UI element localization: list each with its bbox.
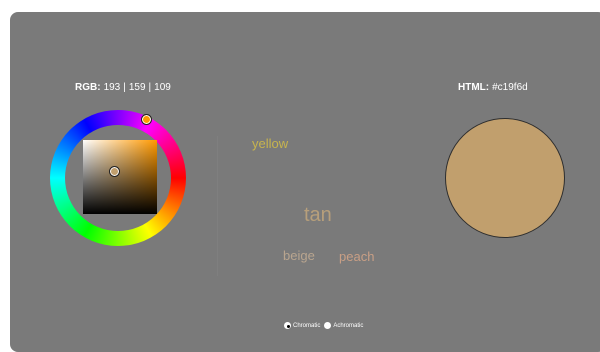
achromatic-radio[interactable] (324, 322, 332, 329)
html-label: HTML: (458, 82, 490, 93)
color-swatch (445, 118, 565, 238)
color-name-beige[interactable]: beige (283, 248, 315, 263)
html-hex-value: #c19f6d (492, 82, 528, 93)
mode-selector: Chromatic Achromatic (284, 322, 367, 329)
rgb-separator: | (148, 82, 152, 93)
sv-handle-icon[interactable] (109, 166, 120, 177)
color-name-yellow[interactable]: yellow (252, 136, 288, 151)
divider (217, 136, 218, 276)
color-name-tan[interactable]: tan (304, 204, 332, 227)
achromatic-label[interactable]: Achromatic (333, 323, 363, 329)
html-readout: HTML: #c19f6d (458, 82, 528, 93)
rgb-r-value: 193 (103, 82, 121, 93)
saturation-value-square[interactable] (83, 140, 157, 214)
color-name-peach[interactable]: peach (339, 249, 374, 264)
chromatic-radio[interactable] (284, 322, 291, 329)
rgb-separator: | (123, 82, 126, 93)
chromatic-label[interactable]: Chromatic (293, 323, 320, 329)
rgb-readout: RGB: 193 | 159 | 109 (75, 82, 171, 93)
hue-handle-icon[interactable] (141, 114, 152, 125)
rgb-label: RGB: (75, 82, 101, 93)
rgb-g-value: 159 (128, 82, 146, 93)
rgb-b-value: 109 (154, 82, 171, 93)
